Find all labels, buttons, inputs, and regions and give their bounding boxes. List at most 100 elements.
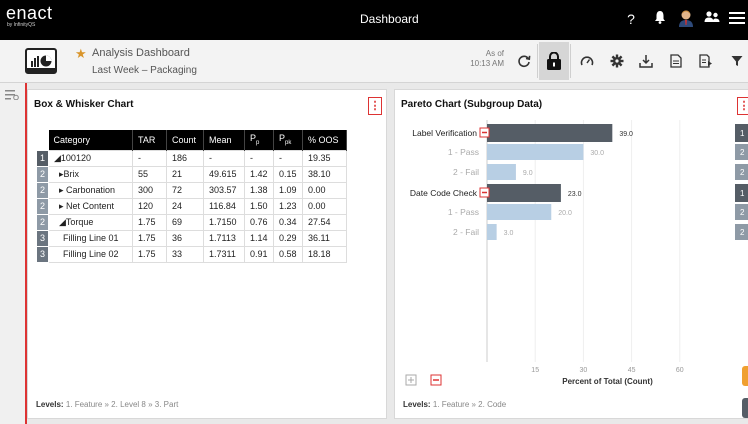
x-tick-label: 30 <box>580 367 588 374</box>
bell-icon[interactable] <box>650 9 670 29</box>
avatar[interactable] <box>676 9 696 29</box>
category-label[interactable]: 2 - Fail <box>453 227 479 237</box>
filter-button[interactable] <box>722 42 748 80</box>
toolbar-divider <box>570 44 571 78</box>
category-label[interactable]: 1 - Pass <box>448 147 479 157</box>
cell-tar: - <box>132 149 167 167</box>
cell-category[interactable]: ◢100120 <box>48 149 133 167</box>
logo[interactable]: enact by InfinityQS <box>6 4 53 29</box>
logo-text: enact <box>6 3 53 23</box>
box-whisker-menu-button[interactable]: ⋮ <box>368 97 382 115</box>
side-tab-gray[interactable] <box>742 398 748 418</box>
pareto-bar[interactable] <box>487 164 516 180</box>
column-header-count[interactable]: Count <box>166 130 204 150</box>
table-row[interactable]: 3 Filling Line 02 1.75 33 1.7311 0.91 0.58 18.1… <box>36 245 347 263</box>
favorite-star-icon[interactable]: ★ <box>75 46 87 62</box>
cell-pp: 1.42 <box>244 165 274 183</box>
box-whisker-table: Category TAR Count Mean Pp Ppk % OOS 1 ◢1… <box>36 130 347 263</box>
pareto-bar[interactable] <box>487 224 497 240</box>
side-tab-orange[interactable] <box>742 366 748 386</box>
cell-count: 186 <box>166 149 204 167</box>
cell-tar: 1.75 <box>132 245 167 263</box>
pareto-levels: Levels: 1. Feature » 2. Code <box>403 400 506 409</box>
row-level-badge: 2 <box>36 181 49 199</box>
cell-tar: 1.75 <box>132 213 167 231</box>
export-button[interactable] <box>631 42 661 80</box>
data-label: 9.0 <box>523 170 533 177</box>
cell-count: 24 <box>166 197 204 215</box>
table-row[interactable]: 2 ▸Brix 55 21 49.615 1.42 0.15 38.10 <box>36 165 347 183</box>
panel-toggle-icon[interactable] <box>5 87 19 101</box>
table-body: 1 ◢100120-186- - -19.35 2 ▸Brix 55 21 49.615 1.42… <box>36 149 347 263</box>
lock-button[interactable] <box>539 42 569 80</box>
table-row[interactable]: 1 ◢100120-186- - -19.35 <box>36 149 347 167</box>
row-level-badge: 2 <box>36 197 49 215</box>
table-row[interactable]: 2 ▸ Net Content 120 24 116.84 1.50 1.23 0.00 <box>36 197 347 215</box>
settings-button[interactable] <box>602 42 632 80</box>
cell-category[interactable]: Filling Line 01 <box>48 229 133 247</box>
cell-ppk: 0.58 <box>273 245 303 263</box>
cell-ppk: 1.23 <box>273 197 303 215</box>
pareto-bar[interactable] <box>487 204 552 220</box>
row-level-badge: 3 <box>36 229 49 247</box>
row-level-badge: 2 <box>36 213 49 231</box>
report-button[interactable] <box>691 42 721 80</box>
levels-label: Levels: <box>36 400 64 409</box>
menu-icon[interactable] <box>727 9 747 29</box>
cell-pp: 0.76 <box>244 213 274 231</box>
cell-pp: 1.50 <box>244 197 274 215</box>
pareto-bar[interactable] <box>487 184 561 202</box>
cell-mean: 1.7150 <box>203 213 245 231</box>
column-header-tar[interactable]: TAR <box>132 130 167 150</box>
cell-category[interactable]: ▸Brix <box>48 165 133 183</box>
levels-label: Levels: <box>403 400 431 409</box>
cell-mean: 1.7113 <box>203 229 245 247</box>
dashboard-gauge-button[interactable] <box>572 42 602 80</box>
x-axis-label: Percent of Total (Count) <box>562 377 653 386</box>
cell-tar: 55 <box>132 165 167 183</box>
notes-button[interactable] <box>661 42 691 80</box>
category-label[interactable]: 1 - Pass <box>448 207 479 217</box>
help-icon[interactable]: ? <box>621 9 641 29</box>
category-label[interactable]: Label Verification <box>412 128 477 138</box>
users-icon[interactable] <box>702 9 722 29</box>
cell-ppk: 0.34 <box>273 213 303 231</box>
dashboard-subtitle: Last Week – Packaging <box>92 65 197 76</box>
download-icon <box>639 55 653 68</box>
table-row[interactable]: 2 ◢Torque 1.75 69 1.7150 0.76 0.34 27.54 <box>36 213 347 231</box>
cell-category[interactable]: ◢Torque <box>48 213 133 231</box>
data-label: 30.0 <box>590 150 604 157</box>
pareto-bar[interactable] <box>487 124 613 142</box>
cell-category[interactable]: ▸ Carbonation <box>48 181 133 199</box>
as-of-timestamp: As of 10:13 AM <box>462 49 504 69</box>
cell-ppk: 0.15 <box>273 165 303 183</box>
category-label[interactable]: Date Code Check <box>410 188 478 198</box>
table-row[interactable]: 3 Filling Line 01 1.75 36 1.7113 1.14 0.29 36.1… <box>36 229 347 247</box>
cell-oos: 38.10 <box>302 165 347 183</box>
cell-mean: 1.7311 <box>203 245 245 263</box>
top-bar: enact by InfinityQS Dashboard ? <box>0 0 748 40</box>
column-header-pp[interactable]: Pp <box>244 130 274 150</box>
cell-pp: 1.38 <box>244 181 274 199</box>
row-level-badge: 3 <box>36 245 49 263</box>
row-level-label: 2 <box>740 168 745 177</box>
column-header-oos[interactable]: % OOS <box>302 130 347 150</box>
column-header-mean[interactable]: Mean <box>203 130 245 150</box>
cell-tar: 300 <box>132 181 167 199</box>
refresh-button[interactable] <box>509 42 539 80</box>
cell-category[interactable]: ▸ Net Content <box>48 197 133 215</box>
column-header-ppk[interactable]: Ppk <box>273 130 303 150</box>
box-whisker-title: Box & Whisker Chart <box>34 99 134 110</box>
cell-category[interactable]: Filling Line 02 <box>48 245 133 263</box>
table-row[interactable]: 2 ▸ Carbonation 300 72 303.57 1.38 1.09 0.00 <box>36 181 347 199</box>
pareto-bar[interactable] <box>487 144 584 160</box>
cell-mean: 116.84 <box>203 197 245 215</box>
box-whisker-levels: Levels: 1. Feature » 2. Level 8 » 3. Par… <box>36 400 178 409</box>
row-level-label: 2 <box>740 228 745 237</box>
category-label[interactable]: 2 - Fail <box>453 167 479 177</box>
levels-text: 1. Feature » 2. Code <box>432 400 507 409</box>
cell-oos: 19.35 <box>302 149 347 167</box>
row-level-badge: 1 <box>36 149 49 167</box>
column-header-category[interactable]: Category <box>48 130 133 150</box>
x-tick-label: 15 <box>531 367 539 374</box>
